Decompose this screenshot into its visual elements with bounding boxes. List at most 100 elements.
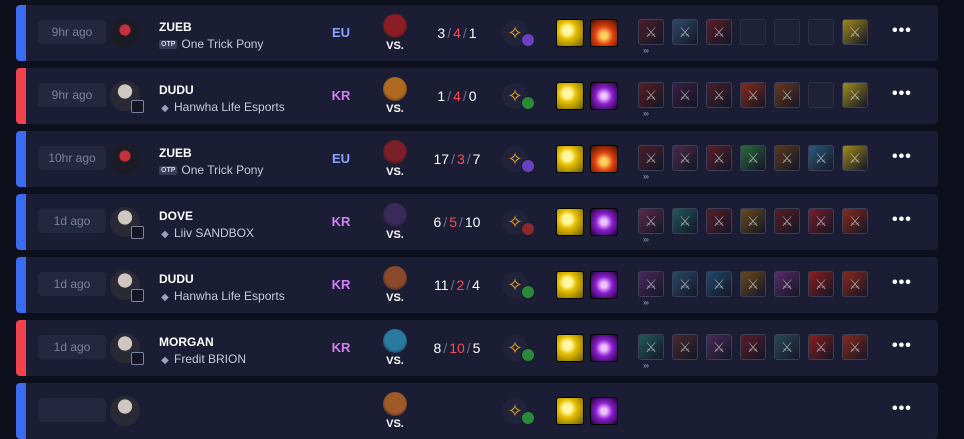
empty-item-slot[interactable] [808, 82, 834, 108]
item-icon[interactable]: ⚔ [842, 19, 868, 45]
flash-spell-icon[interactable] [556, 208, 584, 236]
teleport-spell-icon[interactable] [590, 334, 618, 362]
match-row[interactable]: 1d ago DOVE ◆ Liiv SANDBOX KR VS. 6/5/10 ✧ ⚔ ⚔ ⚔ ⚔ ⚔… [16, 194, 938, 250]
item-icon[interactable]: ⚔ [842, 82, 868, 108]
item-icon[interactable]: ⚔ [706, 208, 732, 234]
match-row[interactable]: 1d ago MORGAN ◆ Fredit BRION KR VS. 8/10/5 ✧ ⚔ ⚔ ⚔… [16, 320, 938, 376]
item-icon[interactable]: ⚔ [672, 19, 698, 45]
item-icon[interactable]: ⚔ [638, 145, 664, 171]
item-icon[interactable]: ⚔ [672, 334, 698, 360]
player-avatar[interactable] [110, 81, 144, 113]
empty-item-slot[interactable] [774, 19, 800, 45]
opponent-champion-icon[interactable] [383, 203, 407, 227]
player-name[interactable]: DOVE [159, 209, 193, 223]
match-row[interactable]: 9hr ago ZUEB OTP One Trick Pony EU VS. 3/4/1 ✧ ⚔… [16, 5, 938, 61]
item-icon[interactable]: ⚔ [808, 271, 834, 297]
teleport-spell-icon[interactable] [590, 271, 618, 299]
item-icon[interactable]: ⚔ [706, 334, 732, 360]
more-options-icon[interactable]: ••• [892, 85, 912, 103]
opponent-champion-icon[interactable] [383, 77, 407, 101]
secondary-rune-icon[interactable] [521, 33, 535, 47]
ignite-spell-icon[interactable] [590, 19, 618, 47]
ignite-spell-icon[interactable] [590, 145, 618, 173]
player-name[interactable]: ZUEB [159, 146, 192, 160]
item-icon[interactable]: ⚔ [842, 271, 868, 297]
item-icon[interactable]: ⚔ [740, 82, 766, 108]
item-icon[interactable]: ⚔ [808, 208, 834, 234]
item-icon[interactable]: ⚔ [672, 145, 698, 171]
item-build-chevron-icon[interactable]: ››› [643, 298, 649, 307]
item-icon[interactable]: ⚔ [740, 208, 766, 234]
item-icon[interactable]: ⚔ [842, 145, 868, 171]
item-build-chevron-icon[interactable]: ››› [643, 46, 649, 55]
flash-spell-icon[interactable] [556, 271, 584, 299]
secondary-rune-icon[interactable] [521, 222, 535, 236]
more-options-icon[interactable]: ••• [892, 22, 912, 40]
match-row[interactable]: 1d ago DUDU ◆ Hanwha Life Esports KR VS. 11/2/… [16, 257, 938, 313]
player-name[interactable]: DUDU [159, 272, 194, 286]
teleport-spell-icon[interactable] [590, 397, 618, 425]
player-avatar[interactable] [110, 18, 140, 48]
item-icon[interactable]: ⚔ [706, 19, 732, 45]
flash-spell-icon[interactable] [556, 397, 584, 425]
item-icon[interactable]: ⚔ [706, 82, 732, 108]
player-avatar[interactable] [110, 144, 140, 174]
opponent-champion-icon[interactable] [383, 392, 407, 416]
item-icon[interactable]: ⚔ [842, 334, 868, 360]
item-icon[interactable]: ⚔ [638, 208, 664, 234]
secondary-rune-icon[interactable] [521, 348, 535, 362]
flash-spell-icon[interactable] [556, 334, 584, 362]
secondary-rune-icon[interactable] [521, 159, 535, 173]
flash-spell-icon[interactable] [556, 82, 584, 110]
opponent-champion-icon[interactable] [383, 266, 407, 290]
teleport-spell-icon[interactable] [590, 82, 618, 110]
item-icon[interactable]: ⚔ [672, 208, 698, 234]
item-icon[interactable]: ⚔ [672, 271, 698, 297]
item-build-chevron-icon[interactable]: ››› [643, 172, 649, 181]
match-row[interactable]: 10hr ago ZUEB OTP One Trick Pony EU VS. 17/3/7… [16, 131, 938, 187]
item-icon[interactable]: ⚔ [808, 334, 834, 360]
secondary-rune-icon[interactable] [521, 411, 535, 425]
flash-spell-icon[interactable] [556, 19, 584, 47]
item-icon[interactable]: ⚔ [638, 82, 664, 108]
match-row[interactable]: 9hr ago DUDU ◆ Hanwha Life Esports KR VS. 1/4/… [16, 68, 938, 124]
empty-item-slot[interactable] [740, 19, 766, 45]
item-icon[interactable]: ⚔ [774, 145, 800, 171]
item-icon[interactable]: ⚔ [842, 208, 868, 234]
item-build-chevron-icon[interactable]: ››› [643, 361, 649, 370]
item-icon[interactable]: ⚔ [740, 271, 766, 297]
opponent-champion-icon[interactable] [383, 329, 407, 353]
secondary-rune-icon[interactable] [521, 96, 535, 110]
item-icon[interactable]: ⚔ [774, 271, 800, 297]
player-name[interactable]: ZUEB [159, 20, 192, 34]
player-avatar[interactable] [110, 396, 140, 426]
more-options-icon[interactable]: ••• [892, 337, 912, 355]
opponent-champion-icon[interactable] [383, 14, 407, 38]
item-icon[interactable]: ⚔ [638, 334, 664, 360]
item-icon[interactable]: ⚔ [808, 145, 834, 171]
more-options-icon[interactable]: ••• [892, 274, 912, 292]
teleport-spell-icon[interactable] [590, 208, 618, 236]
more-options-icon[interactable]: ••• [892, 400, 912, 418]
item-build-chevron-icon[interactable]: ››› [643, 109, 649, 118]
opponent-champion-icon[interactable] [383, 140, 407, 164]
item-icon[interactable]: ⚔ [638, 19, 664, 45]
flash-spell-icon[interactable] [556, 145, 584, 173]
empty-item-slot[interactable] [808, 19, 834, 45]
item-icon[interactable]: ⚔ [706, 271, 732, 297]
player-avatar[interactable] [110, 207, 144, 239]
item-icon[interactable]: ⚔ [638, 271, 664, 297]
more-options-icon[interactable]: ••• [892, 211, 912, 229]
player-name[interactable]: MORGAN [159, 335, 214, 349]
item-build-chevron-icon[interactable]: ››› [643, 235, 649, 244]
player-name[interactable]: DUDU [159, 83, 194, 97]
item-icon[interactable]: ⚔ [774, 208, 800, 234]
item-icon[interactable]: ⚔ [672, 82, 698, 108]
item-icon[interactable]: ⚔ [740, 334, 766, 360]
player-avatar[interactable] [110, 333, 144, 365]
item-icon[interactable]: ⚔ [774, 334, 800, 360]
match-row[interactable]: VS. ✧ ••• [16, 383, 938, 439]
more-options-icon[interactable]: ••• [892, 148, 912, 166]
item-icon[interactable]: ⚔ [740, 145, 766, 171]
item-icon[interactable]: ⚔ [706, 145, 732, 171]
